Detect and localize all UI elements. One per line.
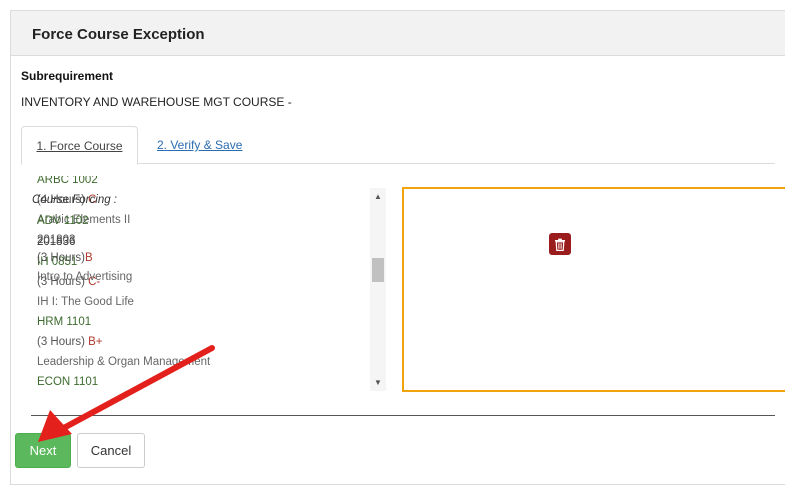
dialog-header: Force Course Exception	[11, 11, 785, 56]
subrequirement-value: INVENTORY AND WAREHOUSE MGT COURSE -	[21, 95, 292, 109]
cancel-button[interactable]: Cancel	[77, 433, 145, 468]
list-item[interactable]: HRM 1101 (3 Hours) B+ Leadership & Organ…	[37, 312, 357, 372]
tab-force-course[interactable]: 1. Force Course	[21, 126, 138, 165]
forced-course-code: ADV 1102	[37, 215, 89, 227]
forced-course-hours: (3 Hours)	[37, 252, 85, 264]
trash-icon	[555, 238, 565, 251]
delete-forced-course-button[interactable]	[549, 233, 571, 255]
course-code: HRM 1101	[37, 316, 92, 328]
course-grade: B+	[88, 336, 103, 348]
footer-divider	[31, 415, 775, 416]
tab-verify-save[interactable]: 2. Verify & Save	[157, 126, 242, 164]
course-hours: (3 Hours)	[37, 336, 89, 348]
scroll-up-icon[interactable]: ▲	[374, 192, 382, 201]
forced-course-term: 201803	[37, 233, 76, 246]
forced-course-grade: B	[84, 252, 93, 264]
scroll-down-icon[interactable]: ▼	[374, 378, 382, 387]
forced-course: ADV 1102 201803 (3 Hours)B Intro to Adve…	[37, 212, 132, 286]
course-title: IH I: The Good Life	[37, 296, 134, 308]
next-button[interactable]: Next	[15, 433, 71, 468]
scroll-thumb[interactable]	[372, 258, 384, 282]
dialog-title: Force Course Exception	[32, 26, 205, 43]
subrequirement-heading: Subrequirement	[21, 69, 114, 83]
course-code: ECON 1101	[37, 376, 99, 388]
list-item[interactable]: ECON 1101	[37, 372, 357, 392]
course-title: Leadership & Organ Management	[37, 356, 211, 368]
course-forcing-dropzone[interactable]	[402, 187, 785, 392]
tab-bar: 1. Force Course 2. Verify & Save	[21, 126, 775, 165]
course-code: ARBC 1002	[37, 176, 98, 186]
course-list-scrollbar[interactable]: ▲ ▼	[370, 188, 386, 391]
forced-course-title: Intro to Advertising	[37, 270, 133, 283]
course-forcing-label: Course Forcing :	[32, 194, 118, 206]
